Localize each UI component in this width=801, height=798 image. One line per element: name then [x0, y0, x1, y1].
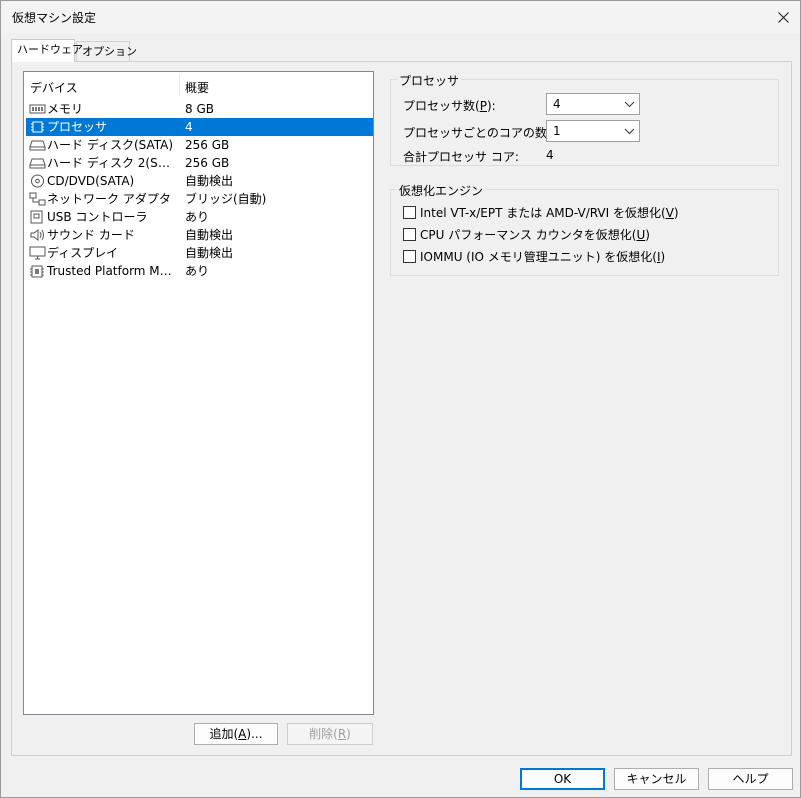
- cpc-b: ): [645, 228, 650, 242]
- device-summary: 4: [185, 120, 193, 134]
- tab-hardware-label: ハードウェア: [17, 43, 83, 56]
- vtx-b: ): [673, 206, 679, 220]
- device-summary: あり: [185, 210, 210, 224]
- remove-label-a: 削除(: [309, 727, 338, 741]
- total-cores-label: 合計プロセッサ コア:: [403, 150, 519, 164]
- processor-count-value: 4: [553, 97, 561, 111]
- device-name: ディスプレイ: [47, 246, 119, 260]
- device-row[interactable]: Trusted Platform Mo... あり: [26, 262, 373, 280]
- device-summary: 256 GB: [185, 156, 230, 170]
- device-row[interactable]: CD/DVD(SATA) 自動検出: [26, 172, 373, 190]
- cores-per-processor-value: 1: [553, 124, 561, 138]
- pc-key: P: [479, 99, 487, 113]
- device-row[interactable]: サウンド カード 自動検出: [26, 226, 373, 244]
- chevron-down-icon: [624, 101, 635, 108]
- device-name: プロセッサ: [47, 120, 108, 134]
- pc-a: プロセッサ数(: [403, 99, 480, 113]
- device-row[interactable]: USB コントローラ あり: [26, 208, 373, 226]
- cd-dvd-icon: [29, 174, 46, 188]
- processor-group-title: プロセッサ: [397, 72, 462, 89]
- title-bar: 仮想マシン設定: [1, 1, 800, 33]
- vtx-checkbox-label: Intel VT-x/EPT または AMD-V/RVI を仮想化(V): [420, 204, 679, 221]
- device-name: ハード ディスク 2(SATA): [47, 156, 175, 170]
- network-adapter-icon: [29, 192, 46, 206]
- remove-label-key: R: [337, 727, 347, 741]
- cancel-button[interactable]: キャンセル: [614, 768, 699, 790]
- cores-per-processor-label: プロセッサごとのコアの数(C):: [403, 124, 569, 141]
- device-row[interactable]: プロセッサ 4: [26, 118, 373, 136]
- vm-settings-dialog: 仮想マシン設定 ハードウェア オプション デバイス 概要 メモリ 8 GB プロセッ…: [0, 0, 801, 798]
- device-summary: あり: [185, 264, 210, 278]
- close-button[interactable]: [766, 1, 800, 33]
- add-label-b: )...: [246, 727, 263, 741]
- cpu-counters-checkbox[interactable]: [403, 228, 416, 241]
- usb-icon: [29, 210, 46, 224]
- device-name: ハード ディスク(SATA): [47, 138, 174, 152]
- cores-per-processor-select[interactable]: 1: [546, 120, 640, 142]
- device-row[interactable]: ハード ディスク 2(SATA) 256 GB: [26, 154, 373, 172]
- device-summary: 自動検出: [185, 246, 234, 260]
- remove-device-button[interactable]: 削除(R): [287, 723, 373, 745]
- device-row[interactable]: メモリ 8 GB: [26, 100, 373, 118]
- add-device-button[interactable]: 追加(A)...: [194, 723, 278, 745]
- device-name: USB コントローラ: [47, 210, 148, 224]
- iommu-a: IOMMU (IO メモリ管理ユニット) を仮想化(: [420, 250, 657, 264]
- vtx-a: Intel VT-x/EPT または AMD-V/RVI を仮想化(: [420, 206, 666, 220]
- device-name: CD/DVD(SATA): [47, 174, 135, 188]
- cpc-a: CPU パフォーマンス カウンタを仮想化(: [420, 228, 637, 242]
- help-button[interactable]: ヘルプ: [708, 768, 793, 790]
- device-row[interactable]: ディスプレイ 自動検出: [26, 244, 373, 262]
- device-name: ネットワーク アダプタ: [47, 192, 171, 206]
- add-label-a: 追加(: [209, 727, 239, 741]
- hard-disk-icon: [29, 138, 46, 152]
- device-name: Trusted Platform Mo...: [47, 264, 175, 278]
- tab-hardware[interactable]: ハードウェア: [11, 39, 83, 62]
- processor-icon: [29, 120, 46, 134]
- tpm-icon: [29, 264, 46, 278]
- processor-count-label: プロセッサ数(P):: [403, 97, 496, 114]
- device-summary: ブリッジ(自動): [185, 192, 267, 206]
- window-title: 仮想マシン設定: [12, 11, 97, 25]
- pc-b: ):: [486, 99, 496, 113]
- tab-options[interactable]: オプション: [76, 41, 137, 61]
- sound-icon: [29, 228, 46, 242]
- total-cores-value: 4: [546, 148, 554, 162]
- cpc-key: U: [636, 228, 646, 242]
- virtualization-group-title: 仮想化エンジン: [397, 182, 486, 199]
- ok-button[interactable]: OK: [520, 768, 605, 790]
- iommu-checkbox-label: IOMMU (IO メモリ管理ユニット) を仮想化(I): [420, 248, 665, 265]
- vtx-key: V: [665, 206, 674, 220]
- processor-count-select[interactable]: 4: [546, 93, 640, 115]
- column-header-device[interactable]: デバイス: [30, 79, 78, 96]
- device-summary: 自動検出: [185, 228, 234, 242]
- iommu-b: ): [660, 250, 666, 264]
- device-name: メモリ: [47, 102, 84, 116]
- device-name: サウンド カード: [47, 228, 135, 242]
- device-summary: 256 GB: [185, 138, 230, 152]
- device-list[interactable]: デバイス 概要 メモリ 8 GB プロセッサ 4 ハード ディスク(SATA) 256 G…: [23, 71, 374, 715]
- device-summary: 8 GB: [185, 102, 214, 116]
- device-row[interactable]: ハード ディスク(SATA) 256 GB: [26, 136, 373, 154]
- column-separator[interactable]: [179, 74, 180, 96]
- column-header-summary[interactable]: 概要: [185, 79, 209, 96]
- remove-label-b: ): [346, 727, 351, 741]
- device-summary: 自動検出: [185, 174, 234, 188]
- device-row[interactable]: ネットワーク アダプタ ブリッジ(自動): [26, 190, 373, 208]
- chevron-down-icon: [624, 128, 635, 135]
- hard-disk-icon: [29, 156, 46, 170]
- device-list-header: デバイス 概要: [24, 72, 373, 98]
- close-icon: [777, 11, 789, 23]
- memory-icon: [29, 102, 46, 116]
- cpu-counters-checkbox-label: CPU パフォーマンス カウンタを仮想化(U): [420, 226, 650, 243]
- cp-a: プロセッサごとのコアの数(: [403, 126, 552, 140]
- display-icon: [29, 246, 46, 260]
- tab-options-label: オプション: [82, 45, 137, 58]
- vtx-checkbox[interactable]: [403, 206, 416, 219]
- iommu-checkbox[interactable]: [403, 250, 416, 263]
